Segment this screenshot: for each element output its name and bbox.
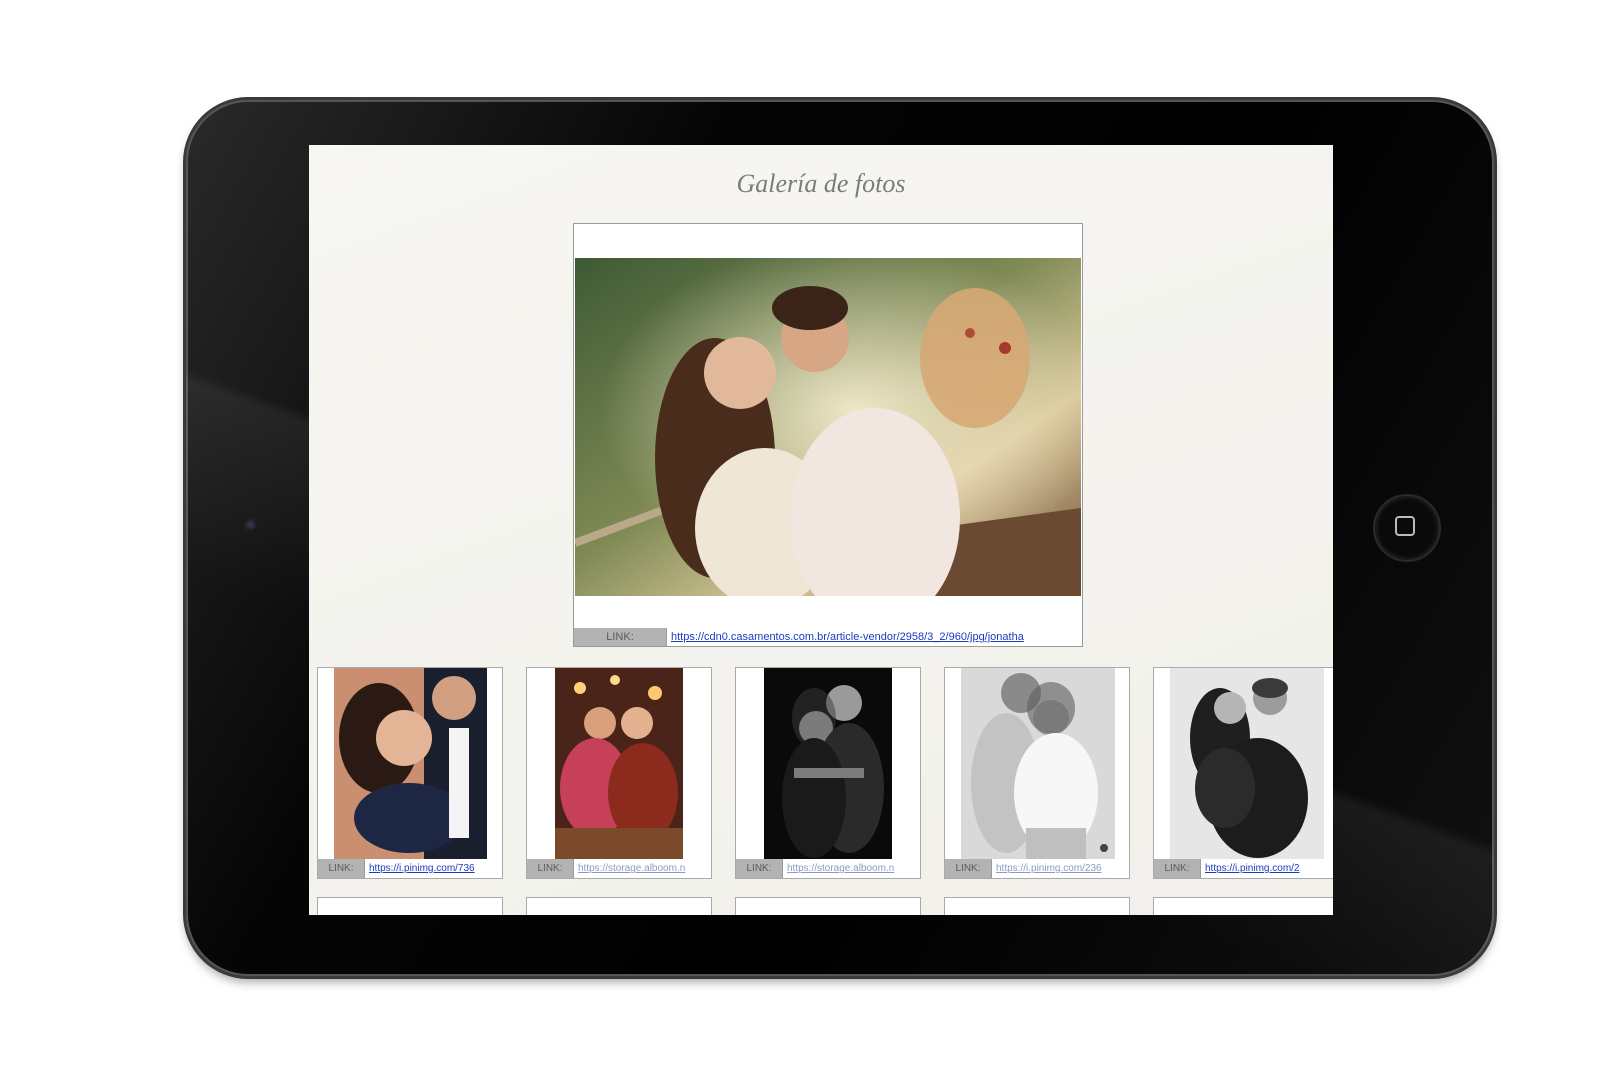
- main-photo[interactable]: [575, 258, 1081, 596]
- thumbnail-link-row: LINK: https://storage.alboom.n: [736, 859, 920, 878]
- thumbnail-photo[interactable]: [1170, 668, 1324, 860]
- link-label: LINK:: [527, 859, 573, 878]
- thumbnail-row2-1[interactable]: [317, 897, 503, 915]
- link-url[interactable]: https://i.pinimg.com/236: [991, 859, 1129, 878]
- link-label: LINK:: [736, 859, 782, 878]
- square-icon: [1395, 516, 1415, 536]
- thumbnail-4[interactable]: LINK: https://i.pinimg.com/236: [944, 667, 1130, 879]
- link-url[interactable]: https://i.pinimg.com/2: [1200, 859, 1333, 878]
- thumbnail-1[interactable]: LINK: https://i.pinimg.com/736: [317, 667, 503, 879]
- thumbnail-row2-2[interactable]: [526, 897, 712, 915]
- main-photo-frame: LINK: https://cdn0.casamentos.com.br/art…: [573, 223, 1083, 647]
- thumbnail-link-row: LINK: https://i.pinimg.com/2: [1154, 859, 1333, 878]
- thumbnail-link-row: LINK: https://i.pinimg.com/736: [318, 859, 502, 878]
- main-photo-link-row: LINK: https://cdn0.casamentos.com.br/art…: [574, 628, 1082, 646]
- link-url[interactable]: https://i.pinimg.com/736: [364, 859, 502, 878]
- link-label: LINK:: [945, 859, 991, 878]
- home-button[interactable]: [1373, 494, 1441, 562]
- link-label: LINK:: [574, 628, 666, 646]
- camera-icon: [244, 518, 260, 534]
- thumbnail-2[interactable]: LINK: https://storage.alboom.n: [526, 667, 712, 879]
- tablet-device: Galería de fotos LINK: https://cdn0.casa…: [186, 100, 1494, 976]
- thumbnail-3[interactable]: LINK: https://storage.alboom.n: [735, 667, 921, 879]
- thumbnail-photo[interactable]: [764, 668, 892, 860]
- thumbnail-link-row: LINK: https://storage.alboom.n: [527, 859, 711, 878]
- thumbnail-row2-5[interactable]: [1153, 897, 1333, 915]
- link-url[interactable]: https://cdn0.casamentos.com.br/article-v…: [666, 628, 1082, 646]
- link-label: LINK:: [318, 859, 364, 878]
- thumbnail-5[interactable]: LINK: https://i.pinimg.com/2: [1153, 667, 1333, 879]
- screen: Galería de fotos LINK: https://cdn0.casa…: [309, 145, 1333, 915]
- link-url[interactable]: https://storage.alboom.n: [782, 859, 920, 878]
- thumbnail-link-row: LINK: https://i.pinimg.com/236: [945, 859, 1129, 878]
- link-label: LINK:: [1154, 859, 1200, 878]
- thumbnail-photo[interactable]: [555, 668, 683, 860]
- thumbnail-row2-4[interactable]: [944, 897, 1130, 915]
- page-title: Galería de fotos: [736, 169, 906, 198]
- link-url[interactable]: https://storage.alboom.n: [573, 859, 711, 878]
- thumbnail-row2-3[interactable]: [735, 897, 921, 915]
- thumbnail-photo[interactable]: [961, 668, 1115, 860]
- thumbnail-photo[interactable]: [334, 668, 487, 860]
